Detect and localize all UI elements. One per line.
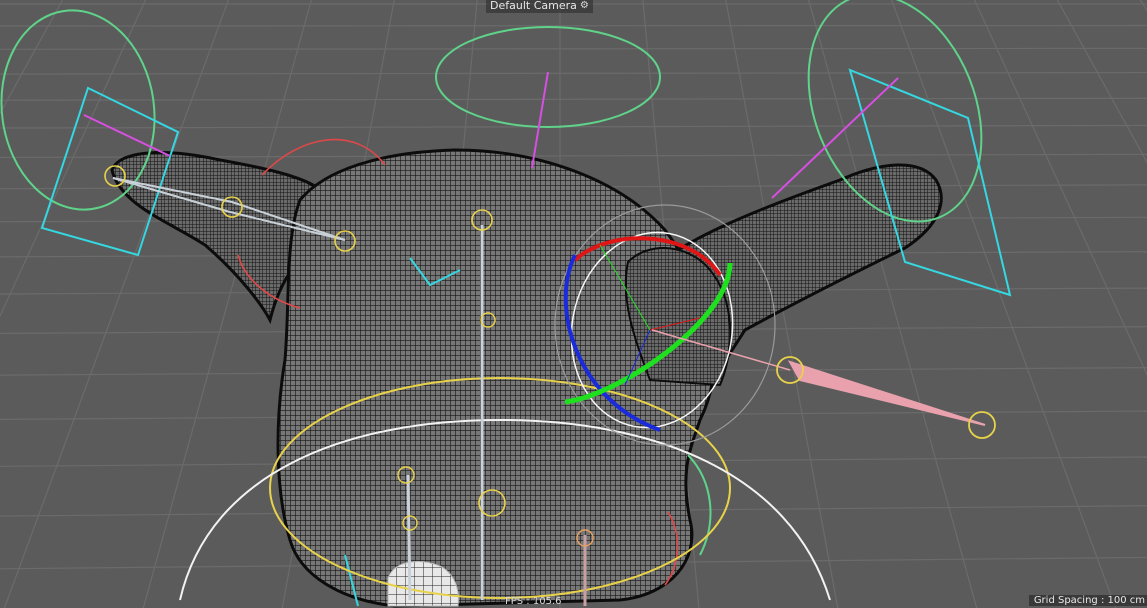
camera-label[interactable]: Default Camera ⚙	[486, 0, 593, 13]
grid-line	[891, 0, 1117, 608]
grid-line	[0, 0, 64, 115]
fps-readout: FPS : 105.6	[505, 596, 562, 607]
camera-icon: ⚙	[579, 0, 589, 11]
grid-line	[0, 71, 1147, 75]
grid-line	[0, 97, 1147, 101]
grid-line	[1139, 0, 1147, 12]
grid-line	[0, 0, 147, 318]
grid-line	[3, 0, 229, 608]
right-ear-bone	[787, 360, 986, 426]
top-magenta-axis	[531, 71, 549, 169]
grid-line	[808, 0, 978, 608]
grid-line	[973, 0, 1147, 377]
3d-viewport[interactable]: Default Camera ⚙ FPS : 105.6 Grid Spacin…	[0, 0, 1147, 608]
grid-spacing-readout: Grid Spacing : 100 cm	[1028, 595, 1147, 606]
viewport-scene[interactable]	[0, 0, 1147, 608]
grid-line	[0, 47, 1147, 50]
grid-line	[0, 24, 1147, 27]
lower-bone	[406, 474, 412, 601]
camera-name: Default Camera	[490, 0, 577, 12]
grid-line	[1056, 0, 1147, 164]
